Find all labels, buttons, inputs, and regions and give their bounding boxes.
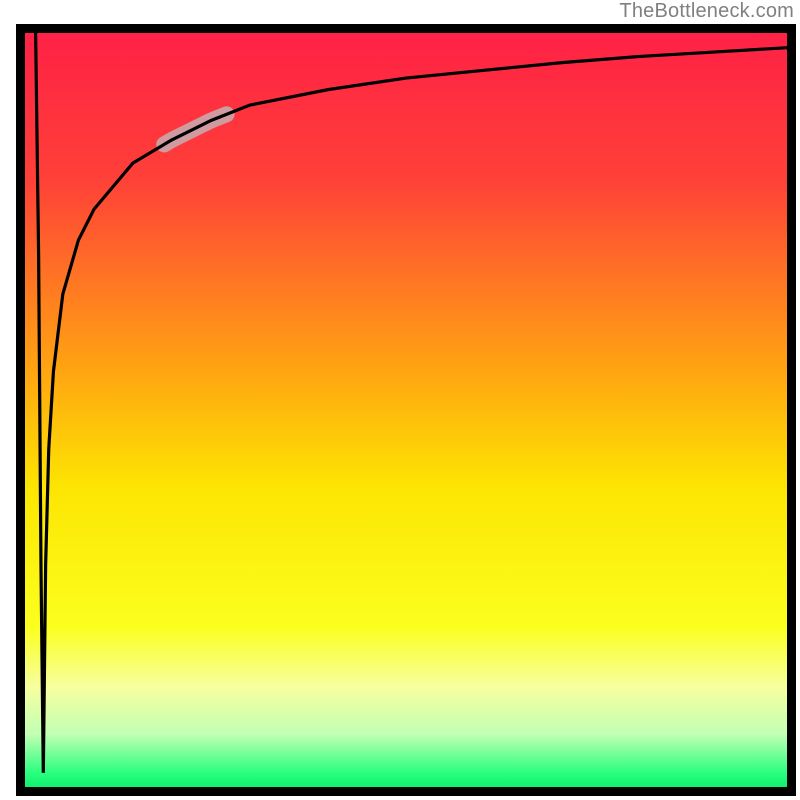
plot-background	[16, 24, 796, 796]
attribution-text: TheBottleneck.com	[619, 0, 794, 23]
bottleneck-figure: TheBottleneck.com	[0, 0, 800, 800]
chart-svg	[0, 0, 800, 800]
